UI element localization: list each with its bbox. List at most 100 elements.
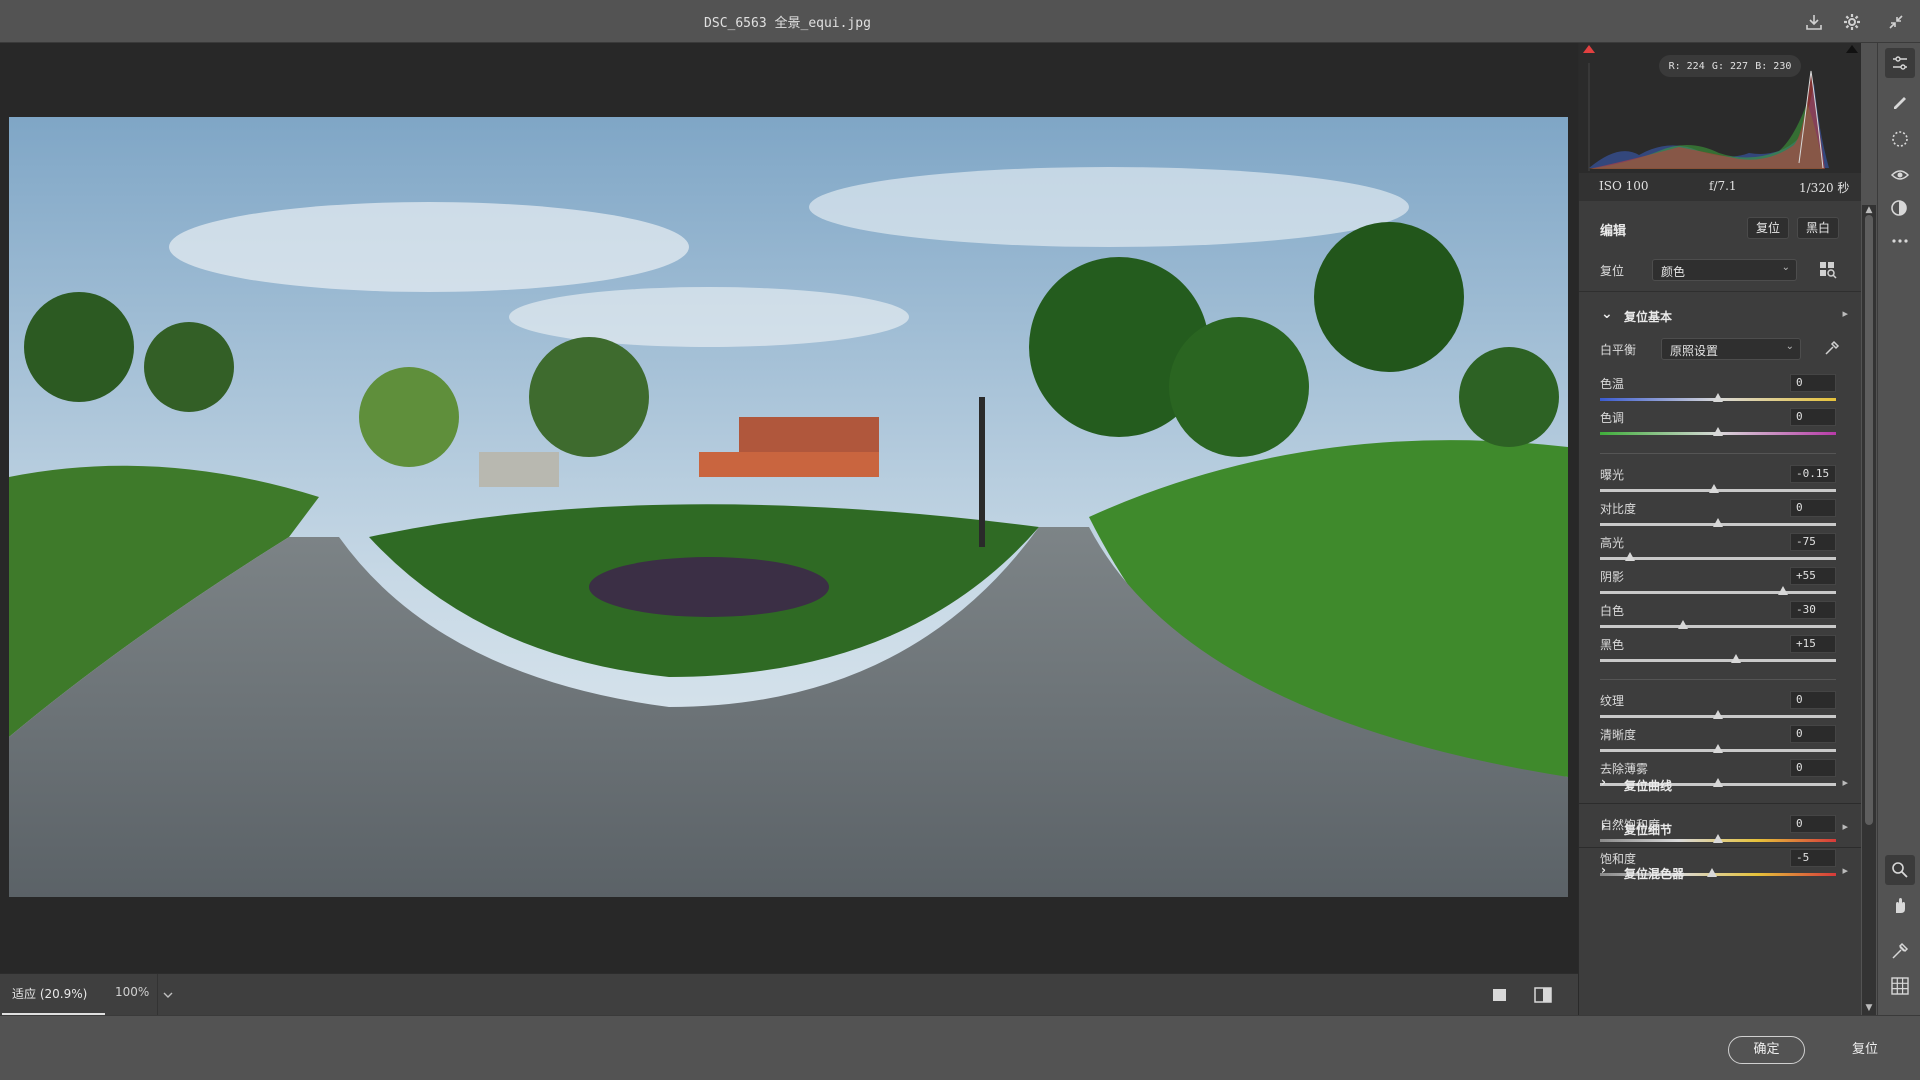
edit-header: 编辑 复位 黑白 <box>1579 206 1861 250</box>
slider-value-input[interactable]: -30 <box>1790 601 1836 619</box>
slider-value-input[interactable]: 0 <box>1790 725 1836 743</box>
ok-button[interactable]: 确定 <box>1728 1036 1805 1064</box>
edit-sliders-icon[interactable] <box>1885 48 1915 78</box>
mixer-group-header[interactable]: › 复位混色器 ▸ <box>1579 853 1861 893</box>
presets-icon[interactable] <box>1885 193 1915 223</box>
red-eye-icon[interactable] <box>1885 160 1915 190</box>
triangle-right-icon: ▸ <box>1842 820 1848 833</box>
single-view-icon[interactable] <box>1486 982 1514 1008</box>
sampler-icon[interactable] <box>1885 936 1915 966</box>
histogram: R: 224 G: 227 B: 230 <box>1579 43 1861 173</box>
bottom-bar: 确定 复位 <box>0 1015 1920 1080</box>
slider-value-input[interactable]: 0 <box>1790 499 1836 517</box>
panel-scrollbar[interactable]: ▲ ▼ <box>1862 205 1876 1015</box>
slider-label: 高光 <box>1600 536 1625 550</box>
basic-group-header[interactable]: ⌄ 复位基本 ▸ <box>1579 296 1861 336</box>
slider-row: 纹理 0 <box>1579 691 1861 725</box>
scroll-up-icon[interactable]: ▲ <box>1864 205 1874 215</box>
curve-group-header[interactable]: › 复位曲线 ▸ <box>1579 765 1861 805</box>
grid-icon[interactable] <box>1885 971 1915 1001</box>
divider <box>1579 803 1861 804</box>
slider-label: 色温 <box>1600 377 1625 391</box>
slider-track[interactable] <box>1600 659 1836 662</box>
slider-value-input[interactable]: 0 <box>1790 691 1836 709</box>
chevron-right-icon: › <box>1601 863 1606 877</box>
slider-thumb[interactable] <box>1709 484 1720 493</box>
slider-thumb[interactable] <box>1713 393 1723 402</box>
red-value: R: 224 <box>1668 60 1705 72</box>
healing-brush-icon[interactable] <box>1885 86 1915 116</box>
reset-button[interactable]: 复位 <box>1830 1036 1900 1064</box>
title-bar: DSC_6563 全景_equi.jpg <box>0 0 1920 43</box>
divider <box>1600 679 1836 680</box>
zoom-100-button[interactable]: 100% <box>107 974 157 1015</box>
white-balance-select[interactable]: 原照设置 ⌄ <box>1661 338 1801 360</box>
basic-group-title: 复位基本 <box>1624 310 1673 324</box>
white-balance-row: 白平衡 原照设置 ⌄ <box>1579 333 1861 365</box>
slider-label: 白色 <box>1600 604 1625 618</box>
chevron-right-icon: › <box>1601 819 1606 833</box>
edit-reset-button[interactable]: 复位 <box>1747 217 1790 239</box>
slider-track[interactable] <box>1600 625 1836 628</box>
slider-thumb[interactable] <box>1713 710 1723 719</box>
blue-value: B: 230 <box>1755 60 1792 72</box>
slider-value-input[interactable]: -75 <box>1790 533 1836 551</box>
slider-label: 曝光 <box>1600 468 1625 482</box>
save-icon[interactable] <box>1800 8 1828 36</box>
zoom-tool-icon[interactable] <box>1885 855 1915 885</box>
zoom-fit-button[interactable]: 适应 (20.9%) <box>2 974 105 1015</box>
slider-label: 阴影 <box>1600 570 1625 584</box>
slider-row: 清晰度 0 <box>1579 725 1861 759</box>
scrollbar-thumb[interactable] <box>1865 215 1873 825</box>
detail-group-title: 复位细节 <box>1624 823 1673 837</box>
detail-group-header[interactable]: › 复位细节 ▸ <box>1579 809 1861 849</box>
slider-thumb[interactable] <box>1677 620 1688 629</box>
slider-row: 色调 0 <box>1579 408 1861 442</box>
slider-row: 色温 0 <box>1579 374 1861 408</box>
exif-info: ISO 100 f/7.1 1/320 秒 <box>1579 173 1861 201</box>
panorama-photo[interactable] <box>9 117 1568 897</box>
shutter-value: 1/320 秒 <box>1799 181 1850 195</box>
white-balance-value: 原照设置 <box>1670 344 1719 358</box>
slider-track[interactable] <box>1600 591 1836 594</box>
gear-icon[interactable] <box>1838 8 1866 36</box>
slider-track[interactable] <box>1600 557 1836 560</box>
eyedropper-icon[interactable] <box>1823 339 1841 361</box>
slider-label: 色调 <box>1600 411 1625 425</box>
curve-group-title: 复位曲线 <box>1624 779 1673 793</box>
slider-row: 阴影 +55 <box>1579 567 1861 601</box>
slider-row: 高光 -75 <box>1579 533 1861 567</box>
profile-label: 复位 <box>1600 264 1625 278</box>
slider-thumb[interactable] <box>1713 427 1723 436</box>
divider <box>1600 453 1836 454</box>
triangle-right-icon: ▸ <box>1842 307 1848 320</box>
before-after-icon[interactable] <box>1529 982 1557 1008</box>
zoom-dropdown-icon[interactable] <box>157 974 177 1015</box>
green-value: G: 227 <box>1711 60 1749 72</box>
rgb-readout: R: 224 G: 227 B: 230 <box>1659 55 1801 77</box>
collapse-icon[interactable] <box>1882 8 1910 36</box>
image-canvas[interactable] <box>0 43 1578 973</box>
slider-thumb[interactable] <box>1624 552 1635 561</box>
slider-value-input[interactable]: +15 <box>1790 635 1836 653</box>
canvas-footer: 适应 (20.9%) 100% <box>0 973 1578 1015</box>
slider-value-input[interactable]: +55 <box>1790 567 1836 585</box>
slider-value-input[interactable]: -0.15 <box>1790 465 1836 483</box>
slider-value-input[interactable]: 0 <box>1790 374 1836 392</box>
scroll-down-icon[interactable]: ▼ <box>1864 1003 1874 1013</box>
divider <box>1579 847 1861 848</box>
hand-tool-icon[interactable] <box>1885 891 1915 921</box>
slider-thumb[interactable] <box>1777 586 1788 595</box>
black-white-button[interactable]: 黑白 <box>1797 217 1840 239</box>
slider-value-input[interactable]: 0 <box>1790 408 1836 426</box>
slider-label: 对比度 <box>1600 502 1637 516</box>
slider-thumb[interactable] <box>1730 654 1741 663</box>
slider-thumb[interactable] <box>1713 744 1723 753</box>
mask-icon[interactable] <box>1885 124 1915 154</box>
profile-select[interactable]: 颜色 ⌄ <box>1652 259 1797 281</box>
slider-thumb[interactable] <box>1713 518 1723 527</box>
chevron-down-icon: ⌄ <box>1785 341 1794 352</box>
profile-browser-icon[interactable] <box>1819 261 1837 283</box>
edit-title: 编辑 <box>1600 224 1627 239</box>
more-icon[interactable] <box>1885 226 1915 256</box>
